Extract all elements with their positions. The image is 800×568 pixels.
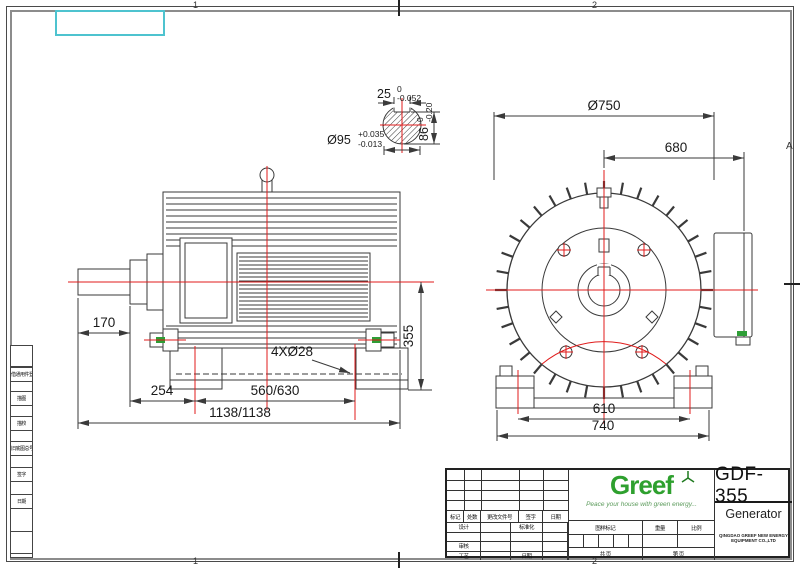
label-scale: 比例	[678, 520, 714, 534]
green-marker-box	[737, 331, 747, 336]
label-sheet-total: 共 页	[569, 547, 643, 560]
strip-label-old-drawing-no: 旧底图总号	[11, 446, 32, 452]
strip-label-date: 日期	[16, 499, 26, 505]
strip-label-signature: 签字	[16, 472, 26, 478]
dim-shaft-dia-lower: -0.013	[358, 139, 382, 149]
label-design: 设计	[447, 522, 481, 532]
product-name: Generator	[725, 507, 782, 521]
logo-area: Greef Peace your house with green energy…	[568, 470, 714, 520]
rev-col-docno: 更改文件号	[481, 510, 519, 522]
company-name: QINGDAO GREEF NEW ENERGY EQUIPMENT CO.,L…	[719, 533, 788, 543]
revision-header-row: 标记 处数 更改文件号 签字 日期	[447, 510, 568, 522]
dim-shaft-dia-upper: +0.035	[358, 129, 385, 139]
dim-key-depth: 86	[417, 127, 431, 141]
rev-col-signature: 签字	[519, 510, 543, 522]
dim-terminal-width: 680	[665, 140, 688, 155]
label-weight: 重量	[642, 520, 679, 534]
dim-key-width-lower: -0.052	[397, 93, 421, 103]
dim-shaft-dia: Ø95	[327, 133, 351, 147]
rev-col-date: 日期	[543, 510, 568, 522]
signature-table: 设计 标准化 审核 工艺 日期	[447, 522, 568, 560]
logo-tagline: Peace your house with green energy...	[586, 501, 697, 508]
side-view	[77, 167, 409, 390]
margin-info-strip: 借通用件登记 描图 描校 旧底图总号 签字 日期	[10, 345, 33, 558]
dim-foot-spacing: 560/630	[251, 383, 300, 398]
label-date: 日期	[511, 550, 543, 560]
dim-front-foot: 254	[151, 383, 174, 398]
revision-table	[447, 470, 568, 510]
strip-label-tracing-check: 描校	[16, 421, 26, 427]
wind-turbine-icon	[681, 471, 695, 483]
strip-label-tracing: 描图	[16, 396, 26, 402]
dim-foot-holes: 4XØ28	[271, 344, 313, 359]
dim-shaft-height: 355	[401, 325, 416, 348]
dim-outer-diameter: Ø750	[587, 98, 620, 113]
engineering-drawing-sheet: 1 2 1 2 A 170 254 560/630 1138/1138 4XØ2…	[0, 0, 800, 568]
front-view	[495, 181, 753, 409]
label-check: 审核	[447, 541, 481, 551]
model-area: GDF-355 Generator QINGDAO GREEF NEW ENER…	[714, 464, 792, 560]
dim-overall-length: 1138/1138	[209, 405, 271, 420]
dim-foot-hole-spacing: 610	[593, 401, 616, 416]
dim-key-width: 25	[377, 87, 391, 101]
stamp-area: 图样标记 重量 比例 共 页 第 页	[568, 520, 715, 560]
dim-key-depth-lower: -0.20	[424, 102, 434, 122]
label-sheet-number: 第 页	[642, 547, 714, 560]
rev-col-count: 处数	[464, 510, 481, 522]
dim-shaft-length: 170	[93, 315, 116, 330]
rev-col-mark: 标记	[447, 510, 464, 522]
label-standardization: 标准化	[511, 522, 543, 532]
model-number: GDF-355	[715, 464, 792, 507]
label-process: 工艺	[447, 550, 481, 560]
dim-base-width: 740	[592, 418, 615, 433]
strip-label-borrowed-parts: 借通用件登记	[11, 372, 32, 378]
label-drawing-mark: 图样标记	[569, 520, 643, 534]
title-block: 标记 处数 更改文件号 签字 日期 设计 标准化 审核 工艺 日期 Greef	[445, 464, 792, 560]
